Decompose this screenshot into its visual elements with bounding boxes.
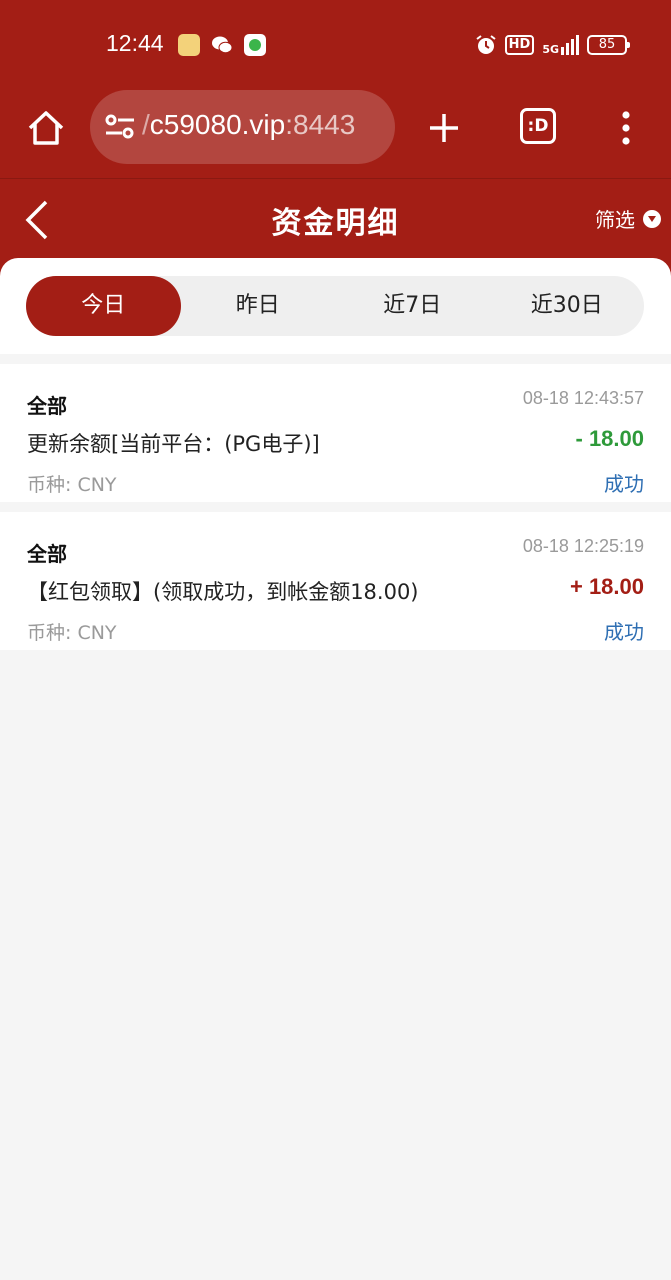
url-port: :8443	[285, 109, 356, 140]
new-tab-icon[interactable]	[426, 110, 462, 146]
record-type: 全部	[27, 542, 67, 566]
browser-toolbar: /c59080.vip:8443 :D	[0, 90, 671, 178]
record-description: 【红包领取】(领取成功，到帐金额18.00)	[27, 580, 419, 604]
status-bar: 12:44 HD 5G 85	[0, 0, 671, 90]
status-indicators: HD 5G 85	[475, 32, 630, 58]
record-time: 08-18 12:43:57	[522, 388, 644, 408]
page-title: 资金明细	[271, 206, 400, 241]
filter-button[interactable]: 筛选	[595, 204, 661, 233]
filter-dropdown-icon	[643, 209, 661, 228]
list-item[interactable]: 全部 08-18 12:25:19 【红包领取】(领取成功，到帐金额18.00)…	[0, 512, 671, 650]
tab-today[interactable]: 今日	[26, 276, 181, 336]
toolbar-divider	[0, 178, 671, 179]
tab-yesterday[interactable]: 昨日	[181, 276, 336, 336]
home-icon[interactable]	[24, 106, 68, 150]
taobao-app-icon	[178, 34, 200, 56]
record-amount: - 18.00	[575, 426, 645, 451]
network-type: 5G	[542, 43, 559, 56]
url-scheme: /	[142, 109, 150, 140]
list-item[interactable]: 全部 08-18 12:43:57 更新余额[当前平台：(PG电子)] - 18…	[0, 364, 671, 502]
page-header: 资金明细 筛选	[0, 180, 671, 260]
signal-icon: 5G	[542, 35, 579, 55]
url-text[interactable]: /c59080.vip:8443	[142, 109, 392, 145]
url-host: c59080.vip	[149, 109, 286, 140]
status-time: 12:44	[106, 30, 164, 56]
record-amount: + 18.00	[569, 574, 644, 599]
hd-voice-badge: HD	[504, 35, 535, 55]
record-status: 成功	[604, 472, 644, 496]
record-currency: 币种: CNY	[27, 474, 117, 496]
site-settings-icon[interactable]	[104, 112, 136, 142]
wechat-icon	[212, 36, 233, 54]
alarm-icon	[476, 35, 496, 54]
tab-switcher-button[interactable]: :D	[520, 108, 556, 144]
record-currency: 币种: CNY	[27, 622, 117, 644]
record-time: 08-18 12:25:19	[522, 536, 644, 556]
battery-level: 85	[587, 35, 630, 55]
address-bar[interactable]: /c59080.vip:8443	[90, 90, 395, 164]
record-type: 全部	[27, 394, 67, 418]
message-app-icon	[244, 34, 266, 56]
tab-last-7-days[interactable]: 近7日	[335, 276, 490, 336]
tab-last-30-days[interactable]: 近30日	[490, 276, 645, 336]
filter-label: 筛选	[595, 208, 635, 232]
more-menu-icon[interactable]	[614, 108, 638, 148]
date-range-tabs: 今日 昨日 近7日 近30日	[26, 276, 644, 336]
record-description: 更新余额[当前平台：(PG电子)]	[27, 432, 320, 456]
date-range-panel: 今日 昨日 近7日 近30日	[0, 258, 671, 354]
record-status: 成功	[604, 620, 644, 644]
